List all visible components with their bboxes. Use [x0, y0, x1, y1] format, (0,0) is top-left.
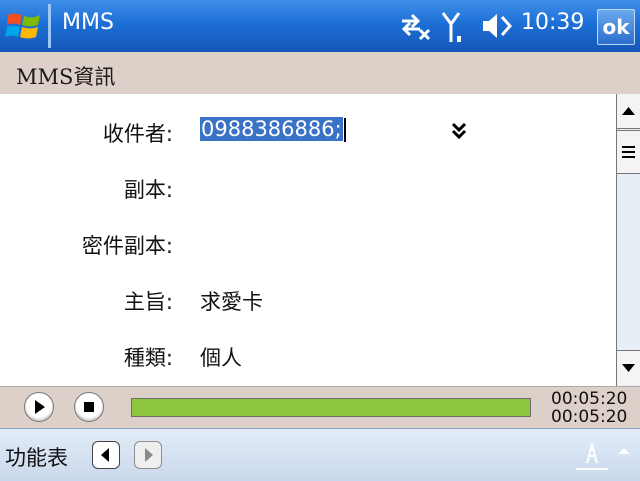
text-caret [343, 118, 346, 142]
connectivity-icon[interactable] [398, 10, 432, 42]
next-button[interactable] [134, 441, 162, 469]
stop-icon [84, 402, 94, 412]
type-label: 種類: [123, 346, 173, 370]
to-value[interactable]: 0988386886; [200, 117, 343, 141]
arrow-left-icon [101, 448, 109, 462]
arrow-right-icon [145, 448, 153, 462]
total-time: 00:05:20 [551, 407, 628, 427]
signal-icon[interactable] [440, 10, 466, 44]
clock[interactable]: 10:39 [521, 10, 584, 35]
progress-fill [132, 399, 530, 416]
menu-softkey[interactable]: 功能表 [5, 442, 68, 472]
scroll-down-button[interactable] [617, 350, 640, 385]
play-icon [35, 400, 45, 414]
media-player-bar: 00:05:20 00:05:20 [0, 386, 640, 429]
page-title: MMS資訊 [16, 65, 116, 89]
subject-field[interactable]: 求愛卡 [200, 286, 263, 316]
menu-bar: 功能表 [0, 428, 640, 481]
stop-button[interactable] [74, 392, 104, 422]
previous-button[interactable] [92, 441, 120, 469]
to-label: 收件者: [102, 122, 173, 146]
play-button[interactable] [24, 392, 54, 422]
windows-start-icon[interactable] [4, 6, 44, 46]
bcc-label: 密件副本: [81, 234, 173, 258]
app-title: MMS [62, 10, 114, 35]
title-separator [48, 4, 51, 48]
vertical-scrollbar[interactable] [616, 94, 640, 386]
to-field[interactable]: 0988386886; [200, 117, 346, 142]
type-field[interactable]: 個人 [200, 342, 242, 372]
message-form: 收件者: 0988386886; 副本: 密件副本: 主旨: 求愛卡 種類: 個… [0, 94, 616, 386]
subject-label: 主旨: [123, 290, 173, 314]
expand-chevron-icon[interactable] [449, 121, 469, 141]
cc-label: 副本: [123, 178, 173, 202]
grip-icon [622, 146, 635, 158]
elapsed-time: 00:05:20 [551, 389, 628, 409]
arrow-down-icon [622, 364, 635, 372]
ok-button[interactable]: ok [597, 9, 635, 45]
playback-progress-bar[interactable] [131, 398, 531, 417]
arrow-up-icon [622, 107, 635, 115]
scroll-up-button[interactable] [617, 94, 640, 129]
scroll-thumb[interactable] [617, 130, 640, 174]
volume-muted-icon[interactable] [480, 10, 516, 42]
title-bar: MMS 10:39 ok [0, 0, 640, 52]
header-bar: MMS資訊 [0, 52, 640, 95]
input-panel-icon[interactable] [574, 437, 634, 473]
